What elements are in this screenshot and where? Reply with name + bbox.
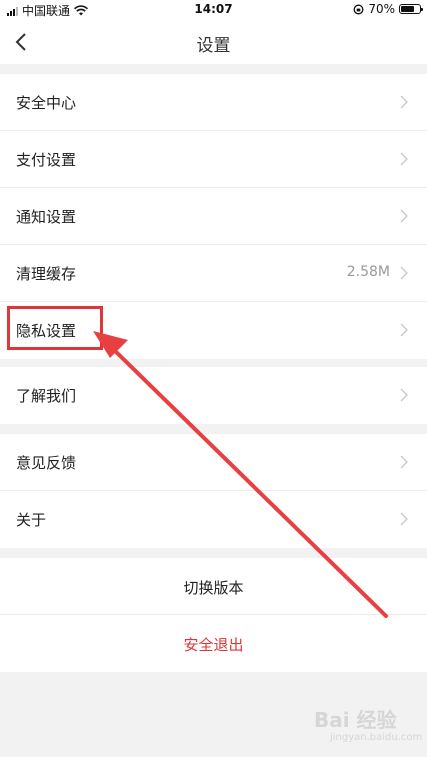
row-label: 关于 <box>16 511 47 529</box>
chevron-right-icon <box>400 152 408 166</box>
chevron-right-icon <box>400 512 408 526</box>
row-label: 安全中心 <box>16 94 77 112</box>
settings-group-feedback: 意见反馈 关于 <box>0 434 427 548</box>
annotation-highlight-box <box>7 306 103 350</box>
row-label: 通知设置 <box>16 208 77 226</box>
logout-label: 安全退出 <box>183 636 244 654</box>
cache-size-value: 2.58M <box>346 264 390 280</box>
actions-group: 切换版本 安全退出 <box>0 558 427 672</box>
row-payment-settings[interactable]: 支付设置 <box>0 131 427 188</box>
chevron-right-icon <box>400 95 408 109</box>
orientation-lock-icon <box>353 4 364 14</box>
row-notification-settings[interactable]: 通知设置 <box>0 188 427 245</box>
page-title: 设置 <box>196 36 231 56</box>
battery-percent: 70% <box>368 2 395 16</box>
row-clear-cache[interactable]: 清理缓存 2.58M <box>0 245 427 302</box>
row-label: 清理缓存 <box>16 265 77 283</box>
logout-button[interactable]: 安全退出 <box>0 615 427 672</box>
row-about[interactable]: 关于 <box>0 491 427 548</box>
row-label: 意见反馈 <box>16 454 77 472</box>
watermark-url: jingyan.baidu.com <box>330 732 423 743</box>
switch-version-label: 切换版本 <box>183 579 244 597</box>
status-bar: 中国联通 14:07 70% <box>0 0 427 20</box>
chevron-right-icon <box>400 388 408 402</box>
chevron-right-icon <box>400 455 408 469</box>
chevron-right-icon <box>400 323 408 337</box>
nav-header: 设置 <box>0 20 427 64</box>
row-label: 了解我们 <box>16 387 77 405</box>
row-about-us[interactable]: 了解我们 <box>0 367 427 424</box>
watermark-logo: Bai 经验 <box>314 708 397 732</box>
row-security-center[interactable]: 安全中心 <box>0 74 427 131</box>
settings-group-about-us: 了解我们 <box>0 367 427 424</box>
chevron-right-icon <box>400 266 408 280</box>
row-feedback[interactable]: 意见反馈 <box>0 434 427 491</box>
switch-version-button[interactable]: 切换版本 <box>0 558 427 615</box>
chevron-right-icon <box>400 209 408 223</box>
battery-icon <box>399 4 423 14</box>
row-label: 支付设置 <box>16 151 77 169</box>
